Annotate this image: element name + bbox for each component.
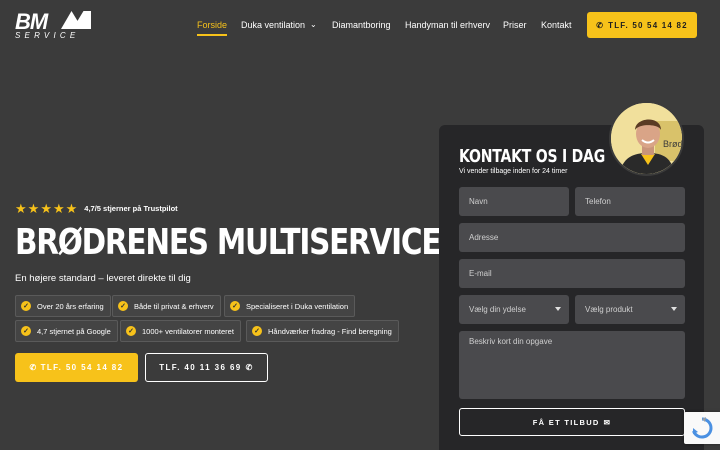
- header-phone-label: TLF. 50 54 14 82: [608, 20, 688, 30]
- feature-badge: ✓ Specialiseret i Duka ventilation: [224, 295, 356, 317]
- call-secondary-label: TLF. 40 11 36 69: [159, 363, 242, 372]
- recaptcha-icon: [692, 417, 713, 439]
- star-icon: ★: [40, 200, 52, 216]
- call-secondary-button[interactable]: TLF. 40 11 36 69 ✆: [145, 353, 268, 382]
- phone-icon: ✆: [596, 20, 605, 30]
- nav-item-label: Duka ventilation: [241, 20, 306, 30]
- contact-subtitle: Vi vender tilbage inden for 24 timer: [459, 168, 568, 175]
- star-icon: ★: [15, 200, 27, 216]
- star-icon: ★: [65, 200, 78, 216]
- service-selected: Vælg din ydelse: [469, 305, 526, 314]
- nav-item-priser[interactable]: Priser: [503, 20, 527, 30]
- check-icon: ✓: [118, 301, 128, 311]
- badge-label: Specialiseret i Duka ventilation: [246, 301, 349, 311]
- name-field[interactable]: Navn: [459, 187, 569, 216]
- badge-label: Over 20 års erfaring: [37, 301, 104, 311]
- phone-icon: ✆: [245, 363, 254, 372]
- check-icon: ✓: [230, 301, 240, 311]
- call-primary-button[interactable]: ✆ TLF. 50 54 14 82: [15, 353, 138, 382]
- badge-label: 4,7 stjernet på Google: [37, 326, 111, 336]
- get-quote-label: FÅ ET TILBUD: [532, 417, 600, 427]
- feature-badge: ✓ Både til privat & erhverv: [112, 295, 221, 317]
- check-icon: ✓: [21, 301, 31, 311]
- service-select[interactable]: Vælg din ydelse: [459, 295, 569, 324]
- contact-title: KONTAKT OS I DAG: [459, 146, 605, 167]
- rating-text: 4,7/5 stjerner på Trustpilot: [84, 203, 178, 213]
- call-primary-label: TLF. 50 54 14 82: [40, 363, 124, 372]
- check-icon: ✓: [126, 326, 136, 336]
- product-select[interactable]: Vælg produkt: [575, 295, 685, 324]
- email-placeholder: E-mail: [469, 269, 492, 278]
- email-field[interactable]: E-mail: [459, 259, 685, 288]
- feature-badge: ✓ Over 20 års erfaring: [15, 295, 111, 317]
- name-placeholder: Navn: [469, 197, 488, 206]
- bm-service-logo[interactable]: BM SERVICE: [15, 9, 91, 41]
- hero-subtitle: En højere standard – leveret direkte til…: [15, 273, 191, 284]
- badge-label: 1000+ ventilatorer monteret: [142, 326, 234, 336]
- nav-item-forside[interactable]: Forside: [197, 20, 228, 36]
- star-icon: ★: [27, 200, 40, 216]
- get-quote-button[interactable]: FÅ ET TILBUD ✉: [459, 408, 685, 436]
- nav-item-handyman[interactable]: Handyman til erhverv: [405, 20, 490, 30]
- avatar-shirt-text: Brød: [663, 139, 683, 149]
- address-field[interactable]: Adresse: [459, 223, 685, 252]
- feature-badge-deduction[interactable]: ✓ Håndværker fradrag - Find beregning: [246, 320, 399, 342]
- address-placeholder: Adresse: [469, 233, 499, 242]
- feature-badge: ✓ 1000+ ventilatorer monteret: [120, 320, 241, 342]
- description-textarea[interactable]: Beskriv kort din opgave: [459, 331, 685, 399]
- envelope-icon: ✉: [603, 417, 612, 427]
- hero-title: BRØDRENES MULTISERVICE: [15, 222, 442, 263]
- logo-mark-icon: [61, 11, 91, 29]
- header-phone-button[interactable]: ✆ TLF. 50 54 14 82: [587, 12, 697, 38]
- check-icon: ✓: [21, 326, 31, 336]
- feature-badge: ✓ 4,7 stjernet på Google: [15, 320, 118, 342]
- trustpilot-rating: ★ ★ ★ ★ ★ 4,7/5 stjerner på Trustpilot: [15, 200, 178, 216]
- phone-placeholder: Telefon: [585, 197, 611, 206]
- phone-icon: ✆: [29, 363, 38, 372]
- site-header: BM SERVICE Forside Duka ventilation ⌄ Dia…: [0, 0, 720, 52]
- star-icon: ★: [52, 200, 65, 216]
- badge-label: Håndværker fradrag - Find beregning: [268, 326, 392, 336]
- description-placeholder: Beskriv kort din opgave: [469, 337, 553, 346]
- dropdown-arrow-icon: [555, 307, 561, 311]
- logo-subtext: SERVICE: [15, 31, 80, 40]
- phone-field[interactable]: Telefon: [575, 187, 685, 216]
- dropdown-arrow-icon: [671, 307, 677, 311]
- product-selected: Vælg produkt: [585, 305, 633, 314]
- recaptcha-badge[interactable]: [684, 412, 720, 444]
- badge-label: Både til privat & erhverv: [134, 301, 214, 311]
- contact-avatar: Brød: [609, 101, 684, 176]
- nav-item-duka-ventilation[interactable]: Duka ventilation ⌄: [241, 20, 317, 30]
- nav-item-kontakt[interactable]: Kontakt: [541, 20, 572, 30]
- nav-item-diamantboring[interactable]: Diamantboring: [332, 20, 391, 30]
- check-icon: ✓: [252, 326, 262, 336]
- chevron-down-icon: ⌄: [310, 20, 317, 29]
